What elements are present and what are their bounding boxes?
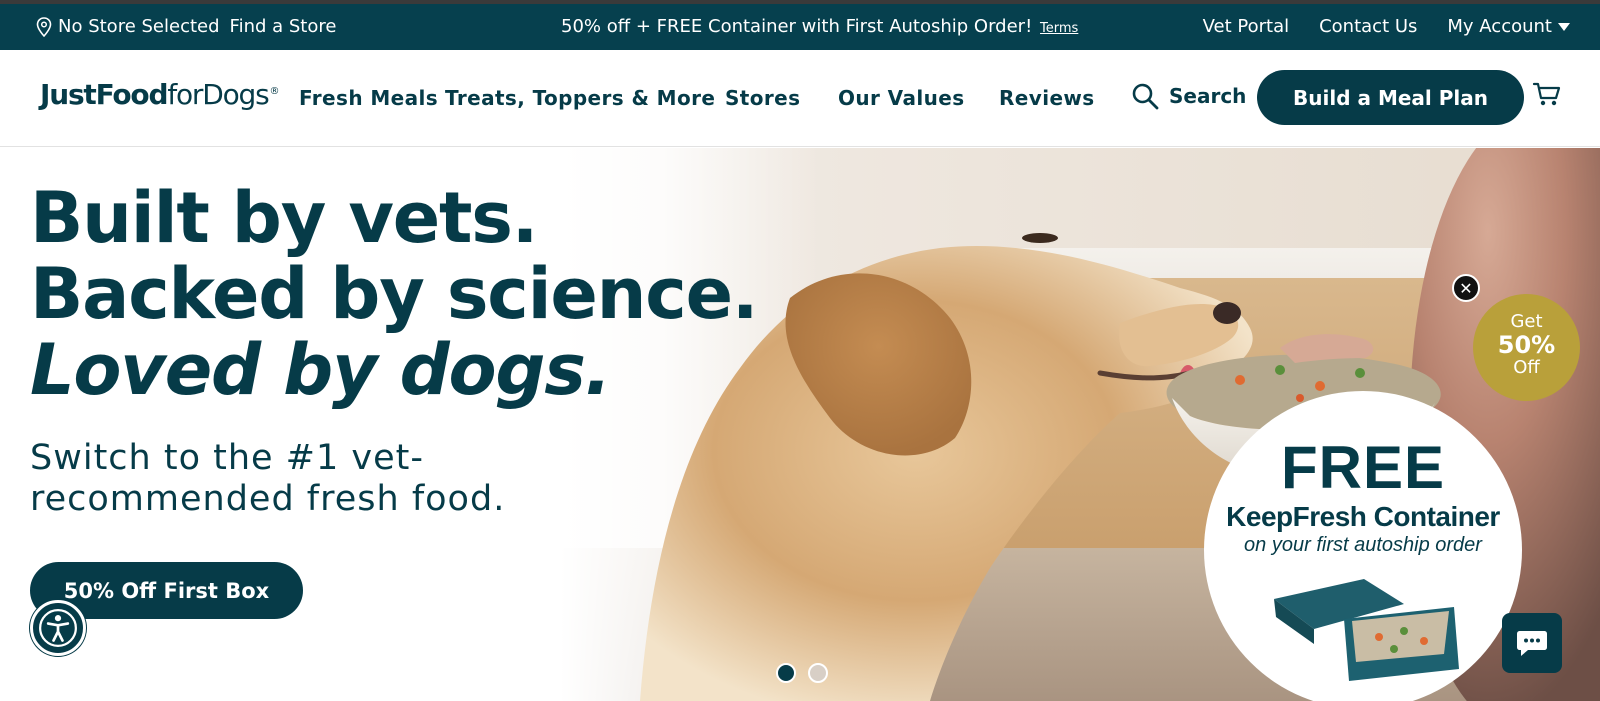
discount-line-2: 50% [1497, 331, 1556, 359]
discount-badge[interactable]: Get 50% Off [1473, 294, 1580, 401]
carousel-dots [776, 663, 828, 683]
close-icon[interactable]: ✕ [1452, 274, 1480, 302]
vet-portal-link[interactable]: Vet Portal [1203, 16, 1289, 37]
nav-reviews[interactable]: Reviews [999, 86, 1095, 110]
contact-us-link[interactable]: Contact Us [1319, 16, 1417, 37]
my-account-menu[interactable]: My Account [1447, 16, 1570, 37]
free-subtitle: KeepFresh Container [1226, 501, 1500, 532]
nav-stores[interactable]: Stores [725, 86, 800, 110]
hero-headline: Built by vets. Backed by science. Loved … [30, 177, 758, 411]
terms-link[interactable]: Terms [1040, 21, 1078, 36]
headline-line-2: Backed by science. [30, 253, 758, 335]
store-selector[interactable]: No Store Selected Find a Store [36, 16, 336, 37]
headline-line-1: Built by vets. [30, 177, 538, 259]
cart-icon[interactable] [1532, 80, 1562, 108]
hero-banner: Built by vets. Backed by science. Loved … [0, 148, 1600, 701]
logo-bold: JustFood [40, 78, 169, 111]
chat-icon [1517, 631, 1547, 656]
announcement-bar: No Store Selected Find a Store 50% off +… [0, 4, 1600, 50]
nav-fresh-meals[interactable]: Fresh Meals [299, 86, 438, 110]
caret-down-icon [1558, 23, 1570, 31]
utility-links: Vet Portal Contact Us My Account [1203, 16, 1570, 37]
nav-treats-toppers[interactable]: Treats, Toppers & More [445, 86, 715, 110]
location-pin-icon [36, 16, 52, 37]
discount-line-3: Off [1513, 357, 1540, 378]
search-button[interactable]: Search [1131, 82, 1246, 110]
brand-logo[interactable]: JustFoodforDogs® [40, 78, 279, 111]
carousel-dot-1[interactable] [776, 663, 796, 683]
store-status: No Store Selected [58, 16, 220, 37]
accessibility-icon [39, 609, 77, 647]
free-title: FREE [1280, 434, 1446, 501]
build-meal-plan-button[interactable]: Build a Meal Plan [1257, 70, 1524, 125]
promo-message: 50% off + FREE Container with First Auto… [561, 16, 1078, 37]
headline-line-3: Loved by dogs. [30, 329, 611, 411]
logo-light: forDogs [167, 78, 269, 111]
search-label: Search [1169, 84, 1247, 108]
free-note: on your first autoship order [1244, 534, 1482, 556]
container-image [1274, 579, 1459, 681]
nav-our-values[interactable]: Our Values [838, 86, 965, 110]
my-account-label: My Account [1447, 16, 1552, 37]
carousel-dot-2[interactable] [808, 663, 828, 683]
chat-button[interactable] [1502, 613, 1562, 673]
promo-text: 50% off + FREE Container with First Auto… [561, 16, 1033, 37]
find-store-link[interactable]: Find a Store [230, 16, 337, 37]
logo-mark: ® [269, 85, 279, 97]
discount-line-1: Get [1510, 311, 1543, 332]
hero-subtext: Switch to the #1 vet-recommended fresh f… [30, 438, 506, 519]
free-container-promo[interactable]: FREE KeepFresh Container on your first a… [1204, 391, 1522, 701]
accessibility-button[interactable] [30, 600, 86, 656]
search-icon [1132, 83, 1159, 110]
main-header: JustFoodforDogs® Fresh Meals Treats, Top… [0, 50, 1600, 147]
